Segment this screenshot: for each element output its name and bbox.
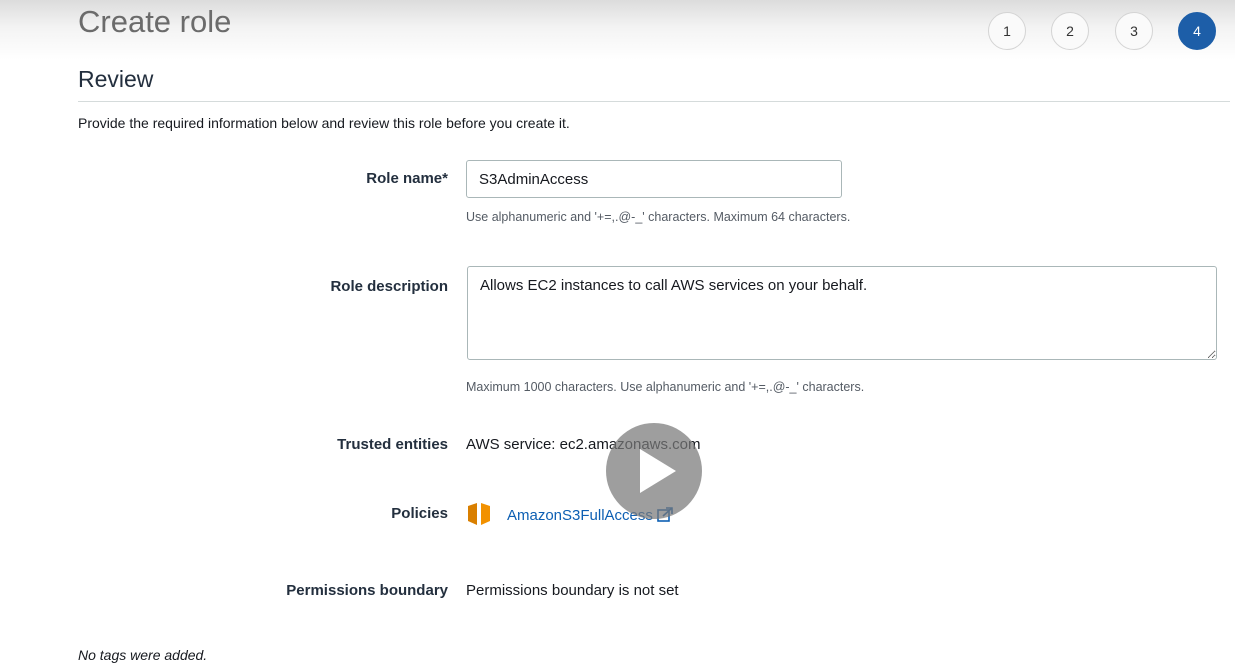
role-description-textarea[interactable]: Allows EC2 instances to call AWS service… (467, 266, 1217, 360)
permissions-boundary-value: Permissions boundary is not set (466, 582, 679, 599)
step-3[interactable]: 3 (1115, 12, 1153, 50)
page-title: Create role (78, 4, 232, 39)
step-2[interactable]: 2 (1051, 12, 1089, 50)
role-description-label: Role description (330, 278, 448, 295)
play-icon (640, 449, 676, 493)
section-divider (78, 101, 1230, 102)
video-play-button[interactable] (606, 423, 702, 519)
intro-text: Provide the required information below a… (78, 115, 570, 131)
no-tags-note: No tags were added. (78, 647, 208, 663)
trusted-entities-label: Trusted entities (337, 436, 448, 453)
role-name-hint: Use alphanumeric and '+=,.@-_' character… (466, 210, 851, 224)
policies-label: Policies (391, 505, 448, 522)
permissions-boundary-label: Permissions boundary (286, 582, 448, 599)
role-name-input[interactable] (466, 160, 842, 198)
role-name-label: Role name* (366, 170, 448, 187)
role-description-hint: Maximum 1000 characters. Use alphanumeri… (466, 380, 865, 394)
aws-policy-box-icon (468, 503, 490, 525)
step-1[interactable]: 1 (988, 12, 1026, 50)
section-title: Review (78, 66, 154, 92)
step-4-current[interactable]: 4 (1178, 12, 1216, 50)
